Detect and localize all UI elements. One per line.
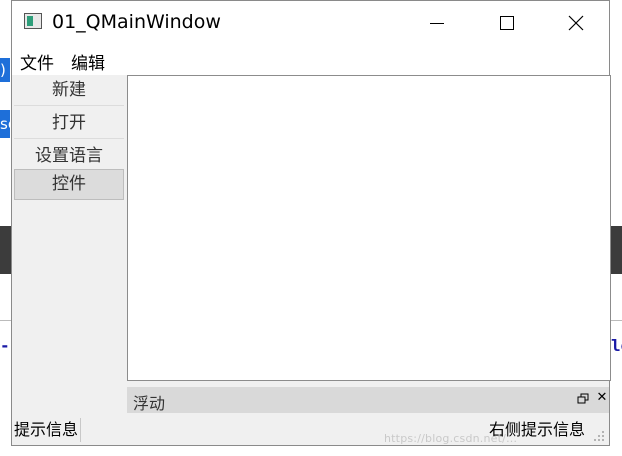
dock-close-icon[interactable]: ✕ [596,390,608,406]
toolbar-new-button[interactable]: 新建 [14,76,124,106]
window-title: 01_QMainWindow [52,11,221,33]
window-app-icon [24,13,42,29]
background-editor-fragment: ) [0,58,10,82]
background-text: ) [0,61,6,79]
title-bar[interactable]: 01_QMainWindow [12,1,609,45]
status-bar: 提示信息 右侧提示信息 [12,414,609,445]
toolbar-open-button[interactable]: 打开 [14,109,124,139]
float-restore-icon[interactable] [577,393,589,405]
background-editor-fragment: se [0,110,10,138]
menu-file[interactable]: 文件 [18,49,56,74]
size-grip-icon[interactable] [593,430,605,442]
background-text: se [0,115,10,133]
toolbar-widgets-button[interactable]: 控件 [14,169,124,200]
central-text-area[interactable] [127,75,611,381]
status-message-left: 提示信息 [12,418,82,442]
watermark: https://blog.csdn.net/... [384,432,518,445]
maximize-icon [500,16,514,30]
dock-widget-title-bar[interactable]: 浮动 ✕ [127,387,609,413]
dock-widget-title: 浮动 [133,394,166,413]
left-toolbar: 新建 打开 设置语言 控件 [12,76,126,413]
minimize-button[interactable] [414,1,460,45]
maximize-button[interactable] [484,1,530,45]
toolbar-language-button[interactable]: 设置语言 [14,142,124,170]
menu-bar: 文件 编辑 [12,45,609,75]
close-button[interactable] [553,1,599,45]
main-window: 01_QMainWindow 文件 编辑 新建 打开 设置语言 控件 浮动 ✕ [11,0,611,446]
background-code-fragment: -0 [0,336,10,355]
close-icon [568,15,584,31]
background-code-fragment: le [611,336,622,355]
background-divider [611,320,622,321]
background-panel [611,226,622,274]
menu-edit[interactable]: 编辑 [69,49,107,74]
minimize-icon [430,22,444,24]
